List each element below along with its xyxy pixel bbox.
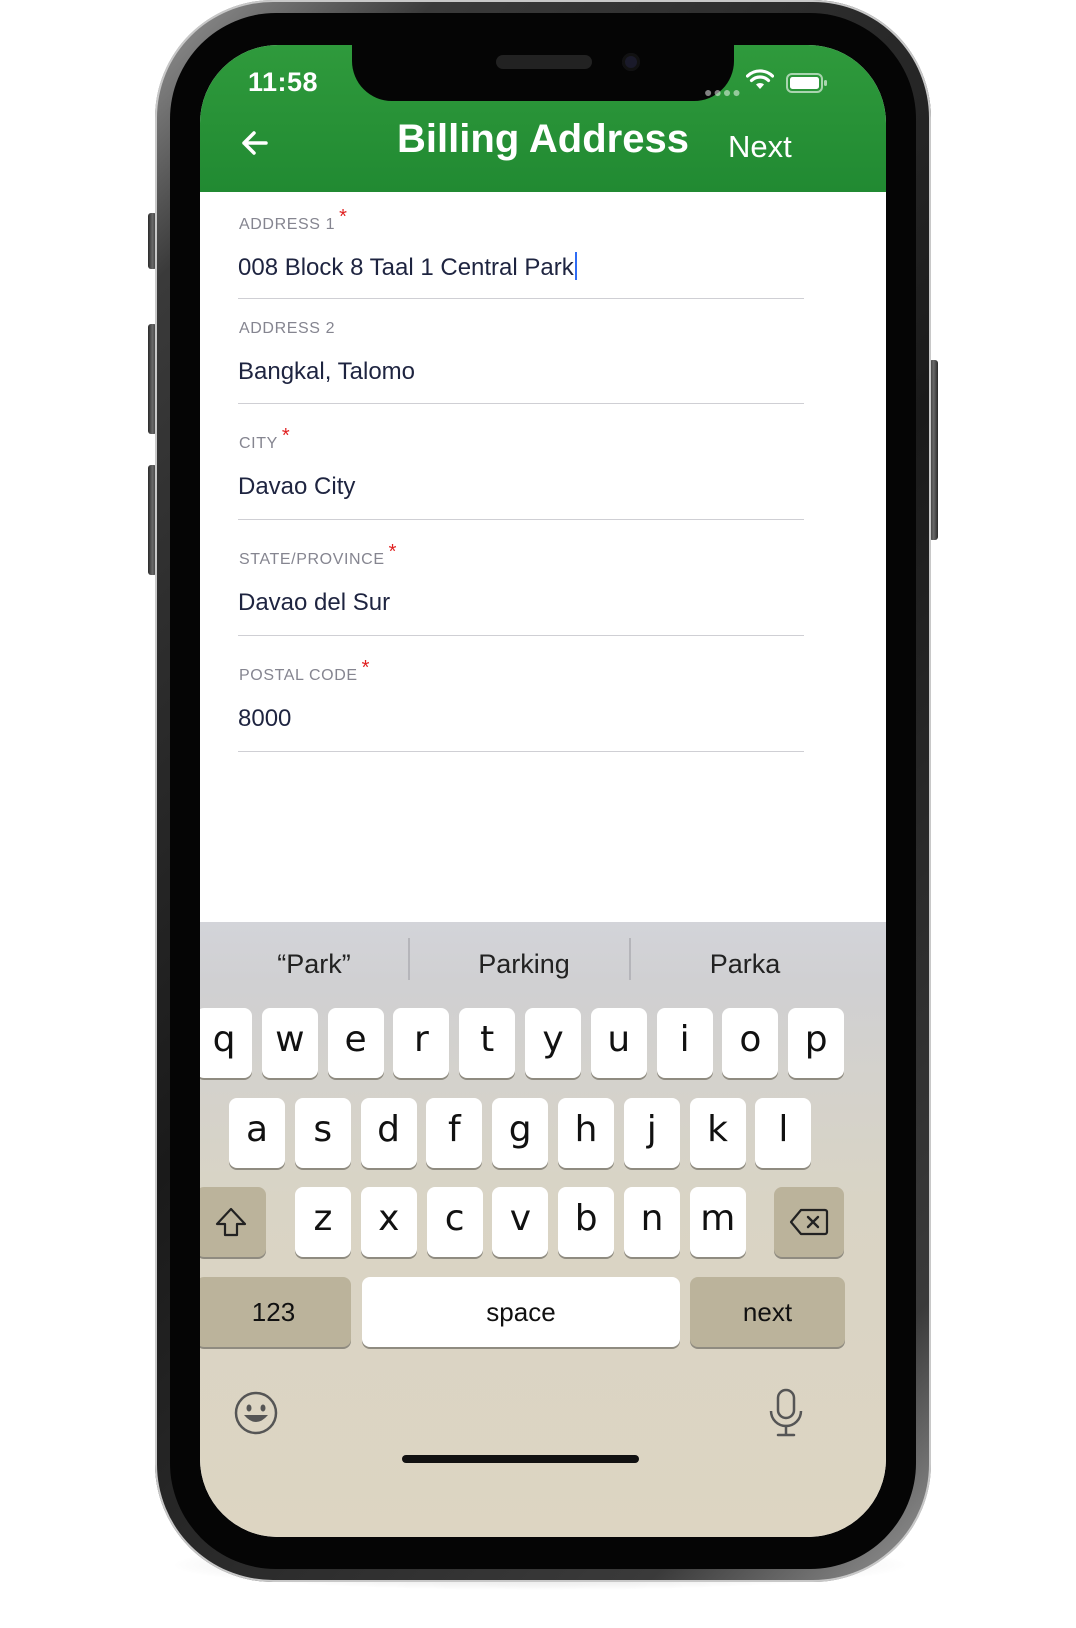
key-g[interactable]: g — [492, 1098, 549, 1168]
predictive-bar: “Park” Parking Parka — [200, 922, 886, 1006]
key-s[interactable]: s — [294, 1098, 351, 1168]
shift-icon — [215, 1207, 247, 1237]
required-marker: * — [361, 657, 371, 679]
key-n[interactable]: n — [624, 1187, 680, 1257]
phone-screen: 11:58 ●●●● Billing Address Next ADDRESS … — [200, 45, 886, 1537]
key-o[interactable]: o — [722, 1008, 779, 1078]
key-w[interactable]: w — [261, 1008, 318, 1078]
key-e[interactable]: e — [327, 1008, 384, 1078]
emoji-icon[interactable] — [232, 1389, 280, 1437]
home-indicator[interactable] — [402, 1455, 639, 1463]
signal-dots-icon: ●●●● — [704, 84, 742, 100]
required-marker: * — [281, 425, 291, 447]
key-x[interactable]: x — [360, 1187, 417, 1257]
text-caret — [574, 252, 578, 280]
key-h[interactable]: h — [558, 1098, 614, 1168]
city-input[interactable]: Davao City — [238, 473, 355, 501]
postal-code-field[interactable]: POSTAL CODE * 8000 — [238, 635, 804, 752]
next-button[interactable]: Next — [728, 129, 792, 165]
wifi-icon — [746, 69, 774, 89]
required-marker: * — [339, 206, 348, 228]
address1-label: ADDRESS 1 * — [239, 206, 348, 233]
key-u[interactable]: u — [590, 1008, 647, 1078]
postal-code-label: POSTAL CODE * — [239, 657, 371, 684]
address1-input[interactable]: 008 Block 8 Taal 1 Central Park — [238, 252, 578, 282]
address1-field[interactable]: ADDRESS 1 * 008 Block 8 Taal 1 Central Pa… — [238, 192, 804, 299]
suggestion-item[interactable]: Parking — [410, 922, 638, 1006]
key-b[interactable]: b — [558, 1187, 615, 1257]
key-m[interactable]: m — [689, 1187, 746, 1257]
key-z[interactable]: z — [295, 1187, 351, 1257]
back-button[interactable] — [236, 123, 276, 163]
keyboard: “Park” Parking Parka qwertyuiop asdfghjk… — [200, 922, 886, 1537]
state-input[interactable]: Davao del Sur — [238, 589, 390, 617]
battery-icon — [786, 73, 827, 93]
status-time: 11:58 — [248, 67, 319, 97]
key-f[interactable]: f — [426, 1098, 483, 1168]
backspace-key[interactable] — [774, 1187, 844, 1257]
nav-header: 11:58 ●●●● Billing Address Next — [200, 45, 886, 192]
address2-input[interactable]: Bangkal, Talomo — [238, 358, 415, 386]
address2-field[interactable]: ADDRESS 2 Bangkal, Talomo — [238, 298, 804, 404]
key-i[interactable]: i — [656, 1008, 713, 1078]
microphone-icon[interactable] — [765, 1387, 807, 1439]
key-p[interactable]: p — [788, 1008, 845, 1078]
earpiece-speaker — [496, 55, 592, 69]
key-j[interactable]: j — [623, 1098, 680, 1168]
space-key[interactable]: space — [362, 1277, 680, 1347]
key-y[interactable]: y — [525, 1008, 581, 1078]
key-t[interactable]: t — [459, 1008, 516, 1078]
backspace-icon — [789, 1208, 829, 1236]
key-k[interactable]: k — [689, 1098, 746, 1168]
city-field[interactable]: CITY * Davao City — [238, 403, 804, 520]
required-marker: * — [388, 541, 397, 563]
next-key[interactable]: next — [690, 1277, 845, 1347]
address2-label: ADDRESS 2 — [239, 320, 336, 337]
postal-code-input[interactable]: 8000 — [238, 705, 291, 733]
key-l[interactable]: l — [755, 1098, 812, 1168]
shift-key[interactable] — [200, 1187, 266, 1257]
suggestion-item[interactable]: “Park” — [200, 922, 428, 1006]
key-a[interactable]: a — [229, 1098, 285, 1168]
numbers-key[interactable]: 123 — [200, 1277, 351, 1347]
key-v[interactable]: v — [492, 1187, 549, 1257]
key-d[interactable]: d — [360, 1098, 417, 1168]
key-c[interactable]: c — [426, 1187, 483, 1257]
front-camera — [622, 53, 640, 71]
state-label: STATE/PROVINCE * — [239, 541, 397, 568]
arrow-left-icon — [242, 131, 268, 155]
status-icons: ●●●● — [704, 69, 834, 100]
state-field[interactable]: STATE/PROVINCE * Davao del Sur — [238, 519, 804, 636]
city-label: CITY * — [239, 425, 291, 452]
notch — [352, 45, 734, 101]
key-r[interactable]: r — [393, 1008, 450, 1078]
key-q[interactable]: q — [200, 1008, 252, 1078]
suggestion-item[interactable]: Parka — [631, 922, 859, 1006]
